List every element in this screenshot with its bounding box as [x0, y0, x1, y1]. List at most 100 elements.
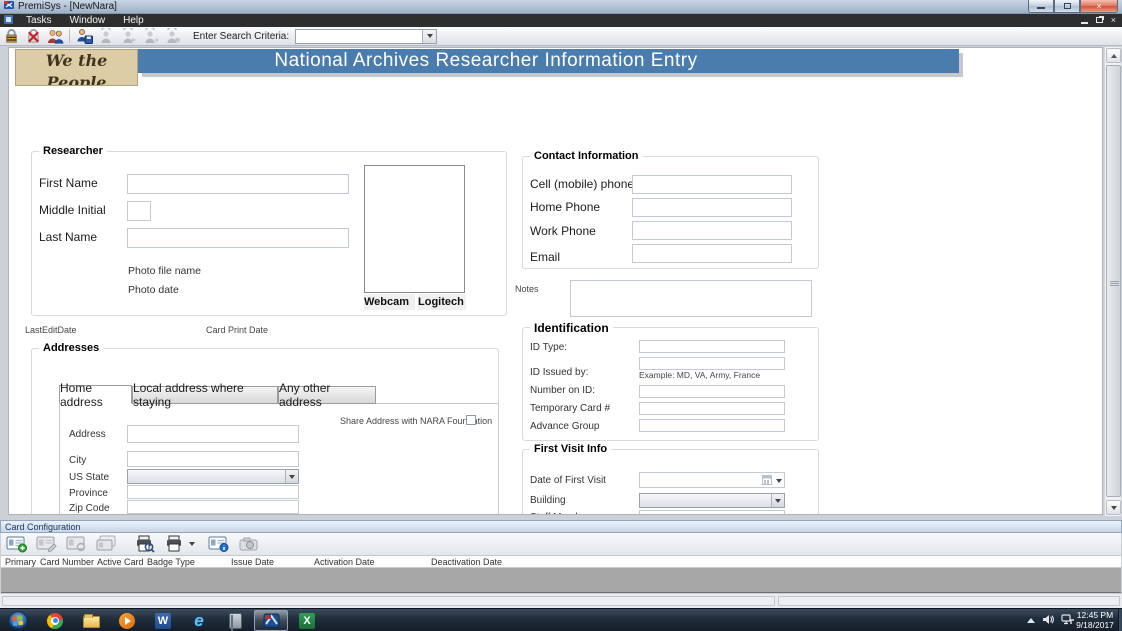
cell-phone-input[interactable] — [632, 175, 792, 194]
address-input[interactable] — [127, 425, 299, 443]
column-badge-type[interactable]: Badge Type — [147, 557, 195, 567]
user-nav-icon-2[interactable] — [117, 28, 139, 45]
last-name-input[interactable] — [127, 228, 349, 248]
minimize-button[interactable] — [1028, 0, 1054, 13]
user-nav-icon-1[interactable] — [95, 28, 117, 45]
zip-code-label: Zip Code — [69, 503, 110, 514]
taskbar-media-player[interactable] — [110, 610, 144, 631]
menu-help[interactable]: Help — [114, 15, 153, 26]
middle-initial-input[interactable] — [127, 201, 151, 221]
mdi-minimize-button[interactable] — [1081, 22, 1088, 24]
date-dropdown-icon[interactable] — [776, 479, 782, 483]
column-primary[interactable]: Primary — [5, 557, 36, 567]
logitech-button[interactable]: Logitech — [418, 294, 466, 310]
tab-local-address[interactable]: Local address where staying — [132, 386, 278, 404]
taskbar-excel[interactable]: X — [290, 610, 324, 631]
taskbar-calculator[interactable] — [218, 610, 252, 631]
photo-preview-box — [364, 165, 465, 293]
tab-other-address[interactable]: Any other address — [278, 386, 376, 404]
network-icon[interactable] — [1061, 612, 1074, 630]
notes-textarea[interactable] — [570, 280, 812, 317]
mdi-close-button[interactable]: × — [1111, 15, 1116, 25]
combobox-dropdown-icon[interactable] — [422, 30, 436, 43]
edit-card-icon[interactable] — [35, 535, 59, 554]
number-on-id-input[interactable] — [639, 385, 785, 398]
column-card-number[interactable]: Card Number — [40, 557, 94, 567]
scrollbar-thumb[interactable] — [1106, 65, 1121, 497]
close-button[interactable]: × — [1080, 0, 1118, 13]
card-configuration-toolbar — [1, 533, 1121, 556]
status-bar — [0, 594, 1122, 608]
internet-explorer-icon: e — [194, 611, 203, 631]
scroll-up-icon[interactable] — [1106, 48, 1121, 63]
column-activation-date[interactable]: Activation Date — [314, 557, 375, 567]
save-user-icon[interactable] — [73, 28, 95, 45]
first-name-input[interactable] — [127, 174, 349, 194]
column-active-card[interactable]: Active Card — [97, 557, 144, 567]
restore-button[interactable] — [1054, 0, 1080, 13]
share-address-checkbox[interactable] — [466, 415, 476, 425]
notes-label: Notes — [515, 284, 539, 294]
start-button[interactable] — [2, 610, 34, 631]
id-issued-by-input[interactable] — [639, 357, 785, 370]
zip-code-input[interactable] — [127, 500, 299, 514]
user-nav-icon-3[interactable] — [139, 28, 161, 45]
first-name-label: First Name — [39, 176, 98, 190]
print-icon[interactable] — [163, 535, 187, 554]
work-phone-input[interactable] — [632, 221, 792, 240]
tray-expand-icon[interactable] — [1027, 618, 1035, 623]
user-nav-icon-4[interactable] — [161, 28, 183, 45]
capture-photo-icon[interactable] — [237, 535, 261, 554]
column-issue-date[interactable]: Issue Date — [231, 557, 274, 567]
last-name-label: Last Name — [39, 230, 97, 244]
date-first-visit-input[interactable] — [639, 472, 785, 488]
email-label: Email — [530, 250, 560, 264]
show-desktop-button[interactable] — [1118, 609, 1122, 631]
tab-home-address[interactable]: Home address — [59, 385, 132, 404]
taskbar-clock[interactable]: 12:45 PM 9/18/2017 — [1074, 611, 1116, 630]
taskbar-premisys-active[interactable] — [254, 610, 288, 631]
status-panel-left — [2, 596, 775, 606]
temporary-card-label: Temporary Card # — [530, 403, 610, 414]
card-info-icon[interactable] — [207, 535, 231, 554]
form-vertical-scrollbar[interactable] — [1104, 47, 1121, 516]
mdi-restore-button[interactable] — [1096, 17, 1103, 23]
column-deactivation-date[interactable]: Deactivation Date — [431, 557, 502, 567]
province-input[interactable] — [127, 485, 299, 499]
building-select[interactable] — [639, 493, 785, 508]
users-icon[interactable] — [44, 28, 66, 45]
city-input[interactable] — [127, 451, 299, 467]
email-input[interactable] — [632, 244, 792, 263]
copy-card-icon[interactable] — [95, 535, 119, 554]
volume-icon[interactable] — [1042, 612, 1054, 630]
print-options-dropdown-icon[interactable] — [189, 542, 195, 546]
taskbar-word[interactable]: W — [146, 610, 180, 631]
calendar-icon[interactable] — [762, 475, 772, 488]
webcam-button[interactable]: Webcam — [364, 294, 415, 310]
staff-member-input[interactable] — [639, 510, 785, 515]
menu-tasks[interactable]: Tasks — [17, 15, 61, 26]
print-preview-icon[interactable] — [133, 535, 157, 554]
view-card-icon[interactable] — [65, 535, 89, 554]
lock-icon[interactable] — [0, 28, 22, 45]
id-type-input[interactable] — [639, 340, 785, 353]
taskbar-internet-explorer[interactable]: e — [182, 610, 216, 631]
first-visit-legend: First Visit Info — [530, 443, 611, 455]
menu-window[interactable]: Window — [61, 15, 115, 26]
taskbar-chrome[interactable] — [38, 610, 72, 631]
home-phone-input[interactable] — [632, 198, 792, 217]
lock-deny-icon[interactable] — [22, 28, 44, 45]
us-state-select[interactable] — [127, 469, 299, 484]
taskbar-explorer[interactable] — [74, 610, 108, 631]
title-bar: PremiSys - [NewNara] × — [0, 0, 1122, 14]
mdi-window-controls: × — [1081, 15, 1116, 25]
system-tray — [1027, 609, 1074, 631]
temporary-card-input[interactable] — [639, 402, 785, 415]
add-card-icon[interactable] — [5, 535, 29, 554]
id-issued-by-label: ID Issued by: — [530, 367, 588, 378]
advance-group-input[interactable] — [639, 419, 785, 432]
scroll-down-icon[interactable] — [1106, 500, 1121, 515]
search-criteria-combobox[interactable] — [295, 29, 437, 44]
card-configuration-titlebar: Card Configuration — [0, 520, 1122, 533]
word-icon: W — [155, 613, 171, 629]
